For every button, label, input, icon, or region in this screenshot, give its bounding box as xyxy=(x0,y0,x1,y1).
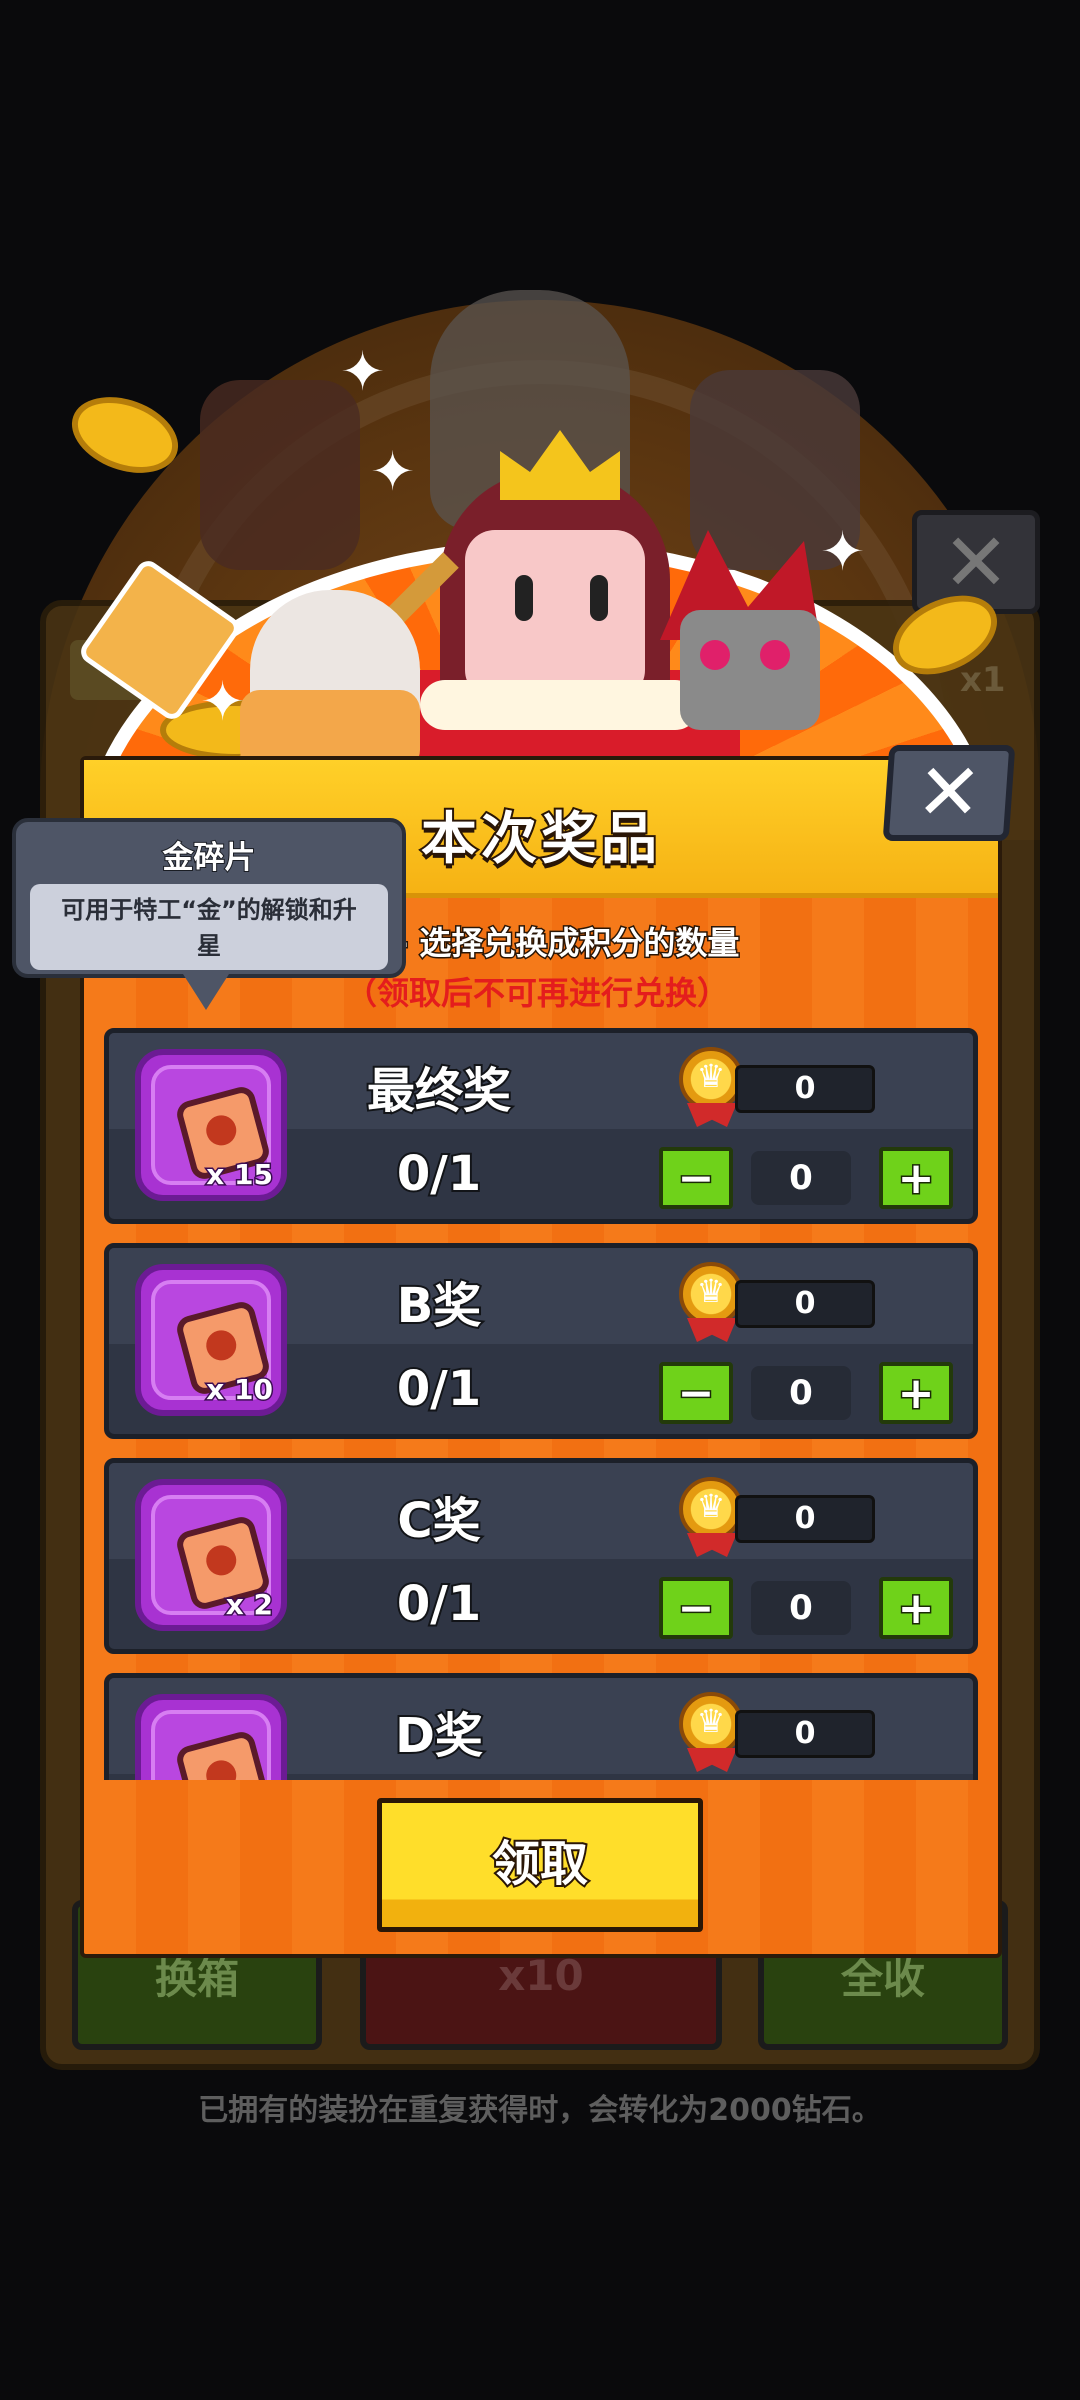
prize-quantity: x 15 xyxy=(205,1157,275,1193)
gold-medal-icon xyxy=(679,1262,743,1326)
increase-button[interactable]: + xyxy=(879,1577,953,1639)
prize-list[interactable]: x 15 最终奖 0/1 0 − 0 + x 10 B奖 0/1 0 − 0 +… xyxy=(104,1028,980,1780)
prize-progress: 0/1 xyxy=(395,1574,483,1634)
prize-quantity: x 10 xyxy=(205,1372,275,1408)
queen-collar-art xyxy=(420,680,700,730)
robot-eye-art xyxy=(760,640,790,670)
increase-button[interactable]: + xyxy=(879,1362,953,1424)
sparkle-icon: ✦ xyxy=(340,340,386,403)
close-icon: ✕ xyxy=(913,748,985,838)
exchange-warning: （领取后不可再进行兑换） xyxy=(345,974,730,1012)
prize-icon[interactable]: x 15 xyxy=(135,1049,287,1201)
prize-row: x 2 C奖 0/1 0 − 0 + xyxy=(104,1458,978,1654)
gold-coin-icon xyxy=(61,383,189,487)
character-illustration: ✦ ✦ ✦ ✦ xyxy=(0,230,1080,790)
gold-medal-icon xyxy=(679,1047,743,1111)
claim-button[interactable]: 领取 xyxy=(377,1798,703,1932)
prize-quantity: x 2 xyxy=(224,1587,274,1623)
decrease-button[interactable]: − xyxy=(659,1147,733,1209)
prize-icon[interactable]: x 2 xyxy=(135,1479,287,1631)
claim-button-label: 领取 xyxy=(490,1834,590,1894)
gold-medal-icon xyxy=(679,1477,743,1541)
queen-face-art xyxy=(465,530,645,700)
points-value: 0 xyxy=(735,1495,875,1543)
puzzle-shard-icon xyxy=(174,1729,272,1780)
gold-coin-icon xyxy=(880,580,1010,690)
item-tooltip: 金碎片 可用于特工“金”的解锁和升星 xyxy=(12,818,406,978)
sparkle-icon: ✦ xyxy=(200,670,246,733)
prize-progress: 0/1 xyxy=(395,1144,483,1204)
prize-icon[interactable]: x 10 xyxy=(135,1264,287,1416)
prize-row: x 10 B奖 0/1 0 − 0 + xyxy=(104,1243,978,1439)
points-value: 0 xyxy=(735,1710,875,1758)
prize-progress: 0/1 xyxy=(395,1359,483,1419)
queen-eye-art xyxy=(590,575,608,621)
robot-art xyxy=(680,610,820,730)
decrease-button[interactable]: − xyxy=(659,1362,733,1424)
exchange-count: 0 xyxy=(751,1366,851,1420)
girl-back-art xyxy=(200,380,360,570)
exchange-instruction: - 选择兑换成积分的数量 xyxy=(393,923,740,964)
exchange-count: 0 xyxy=(751,1151,851,1205)
exchange-count: 0 xyxy=(751,1581,851,1635)
points-value: 0 xyxy=(735,1280,875,1328)
gold-medal-icon xyxy=(679,1692,743,1756)
prize-name: 最终奖 xyxy=(365,1061,513,1121)
robot-eye-art xyxy=(700,640,730,670)
prize-row: x 15 最终奖 0/1 0 − 0 + xyxy=(104,1028,978,1224)
tooltip-description: 可用于特工“金”的解锁和升星 xyxy=(30,884,388,970)
prize-name: D奖 xyxy=(393,1706,485,1766)
sparkle-icon: ✦ xyxy=(820,520,866,583)
decrease-button[interactable]: − xyxy=(659,1577,733,1639)
prize-name: C奖 xyxy=(395,1491,482,1551)
tooltip-title: 金碎片 xyxy=(162,839,257,877)
prize-icon[interactable] xyxy=(135,1694,287,1780)
points-value: 0 xyxy=(735,1065,875,1113)
queen-eye-art xyxy=(515,575,533,621)
increase-button[interactable]: + xyxy=(879,1147,953,1209)
prize-row: D奖 0 xyxy=(104,1673,978,1780)
close-button[interactable]: ✕ xyxy=(882,745,1016,841)
background-note: 已拥有的装扮在重复获得时，会转化为2000钻石。 xyxy=(198,2093,882,2128)
prize-name: B奖 xyxy=(395,1276,484,1336)
sparkle-icon: ✦ xyxy=(370,440,416,503)
